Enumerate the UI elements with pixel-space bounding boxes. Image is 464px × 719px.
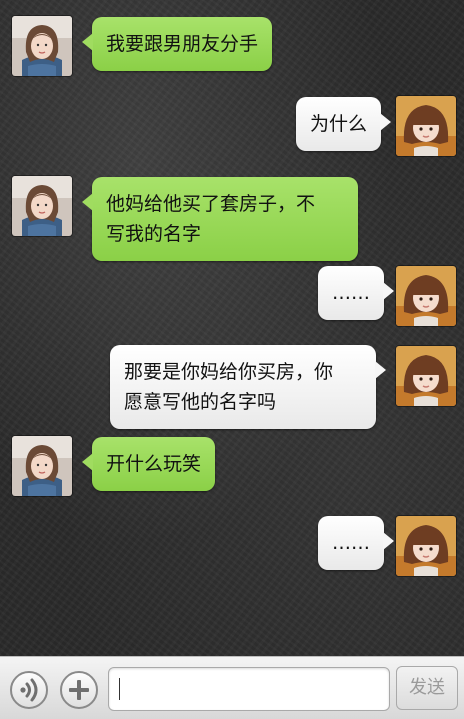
message-text-line: 愿意写他的名字吗: [124, 391, 277, 413]
message-bubble-outgoing[interactable]: ……: [318, 516, 394, 570]
message-input[interactable]: [108, 667, 390, 711]
message-bubble-outgoing[interactable]: ……: [318, 266, 394, 320]
message-bubble-incoming[interactable]: 他妈给他买了套房子，不 写我的名字: [82, 177, 358, 261]
avatar-image: [12, 436, 72, 496]
avatar-image: [396, 96, 456, 156]
message-text: 为什么: [310, 113, 368, 135]
chat-area[interactable]: 我要跟男朋友分手 为什么 他妈给他买了套房子，不 写我的名字 …… 那要是你妈给…: [0, 0, 464, 656]
avatar-image: [396, 516, 456, 576]
message-bubble-outgoing[interactable]: 那要是你妈给你买房，你 愿意写他的名字吗: [110, 345, 386, 429]
message-text: ……: [332, 282, 370, 304]
send-button[interactable]: 发送: [396, 666, 458, 710]
plus-icon: [69, 680, 89, 700]
girlfriend-avatar[interactable]: [12, 436, 72, 496]
message-bubble-incoming[interactable]: 开什么玩笑: [81, 437, 216, 491]
message-bubble-outgoing[interactable]: 为什么: [296, 97, 392, 151]
message-text: ……: [332, 532, 370, 554]
message-text-line: 他妈给他买了套房子，不: [106, 193, 316, 215]
message-text-line: 写我的名字: [106, 223, 202, 245]
message-text: 我要跟男朋友分手: [106, 33, 259, 55]
mother-avatar[interactable]: [396, 346, 456, 406]
voice-button[interactable]: [10, 671, 48, 709]
message-bubble-incoming[interactable]: 我要跟男朋友分手: [81, 17, 273, 71]
voice-icon: [20, 678, 38, 702]
message-text-line: 那要是你妈给你买房，你: [124, 361, 334, 383]
input-toolbar: 发送: [0, 656, 464, 719]
message-text: 开什么玩笑: [106, 453, 202, 475]
avatar-image: [12, 16, 72, 76]
avatar-image: [396, 346, 456, 406]
avatar-image: [12, 176, 72, 236]
add-button[interactable]: [60, 671, 98, 709]
mother-avatar[interactable]: [396, 266, 456, 326]
mother-avatar[interactable]: [396, 516, 456, 576]
avatar-image: [396, 266, 456, 326]
girlfriend-avatar[interactable]: [12, 16, 72, 76]
text-caret: [119, 678, 120, 700]
girlfriend-avatar[interactable]: [12, 176, 72, 236]
mother-avatar[interactable]: [396, 96, 456, 156]
